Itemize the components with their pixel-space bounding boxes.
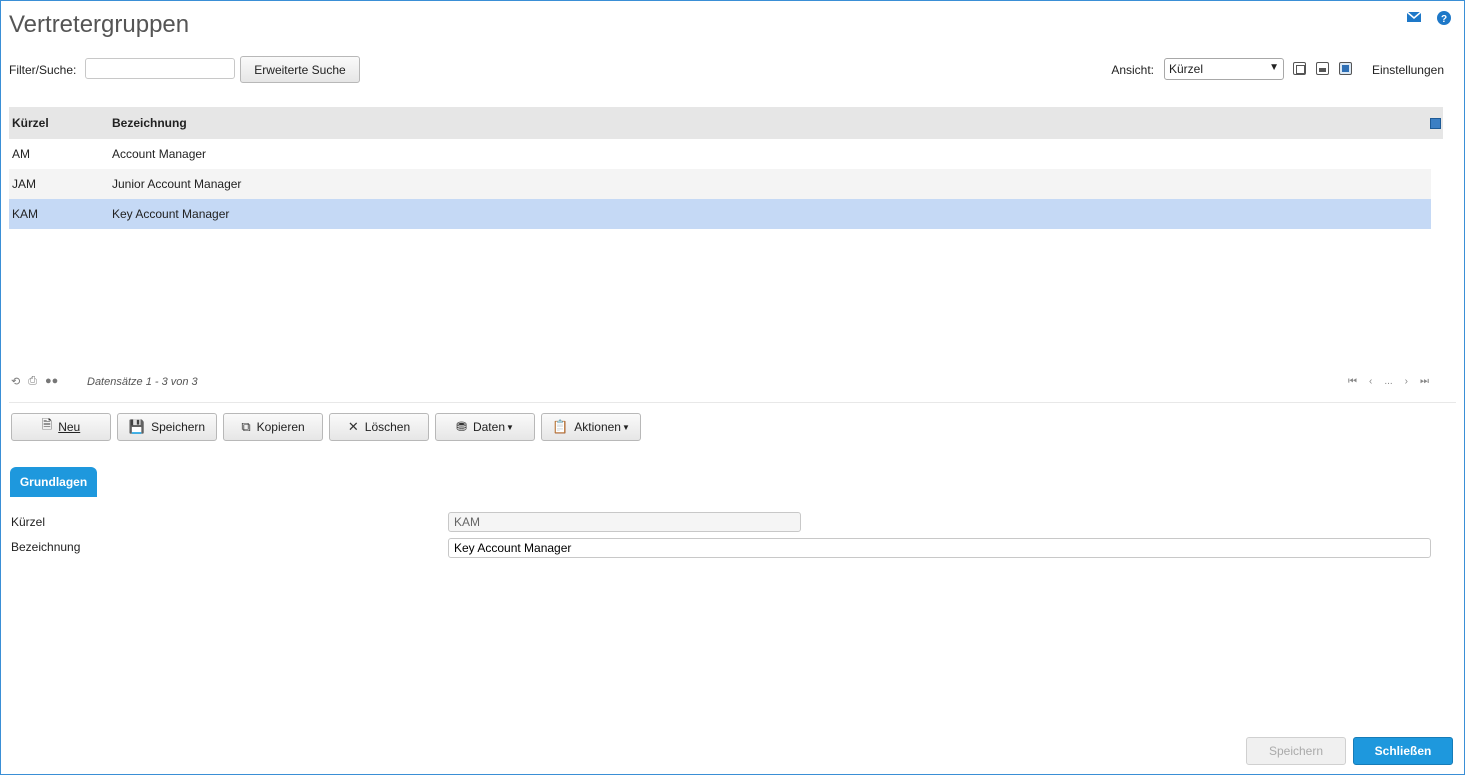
layout-single-icon[interactable] bbox=[1293, 62, 1306, 75]
filter-label: Filter/Suche: bbox=[9, 63, 77, 77]
name-label: Bezeichnung bbox=[11, 540, 81, 554]
actions-button-label: Aktionen bbox=[574, 420, 621, 434]
cell-name: Key Account Manager bbox=[112, 207, 230, 221]
view-label: Ansicht: bbox=[1111, 63, 1154, 77]
clipboard-icon: 📋 bbox=[552, 419, 569, 434]
divider bbox=[9, 402, 1456, 403]
table-row-selected[interactable]: KAM Key Account Manager bbox=[9, 199, 1431, 229]
save-button-label: Speichern bbox=[151, 420, 206, 434]
layout-split-icon[interactable] bbox=[1316, 62, 1329, 75]
caret-down-icon: ▼ bbox=[621, 422, 630, 432]
view-controls: Ansicht: Kürzel ▼ Einstellungen bbox=[844, 56, 1444, 84]
cell-code: JAM bbox=[12, 177, 36, 191]
prev-page-icon[interactable]: ‹ bbox=[1369, 376, 1372, 387]
delete-button-label: Löschen bbox=[364, 420, 411, 434]
column-header-name[interactable]: Bezeichnung bbox=[109, 116, 1443, 130]
mail-icon[interactable] bbox=[1406, 10, 1422, 26]
cell-code: KAM bbox=[12, 207, 39, 221]
delete-button[interactable]: ✕ Löschen bbox=[329, 413, 429, 441]
help-icon[interactable]: ? bbox=[1436, 10, 1452, 26]
action-toolbar: 🗎 Neu 💾 Speichern ⧉ Kopieren ✕ Löschen ⛃… bbox=[11, 413, 641, 441]
save-button[interactable]: 💾 Speichern bbox=[117, 413, 217, 441]
tab-grundlagen[interactable]: Grundlagen bbox=[10, 467, 97, 497]
view-select-value: Kürzel bbox=[1169, 62, 1204, 76]
data-menu-button[interactable]: ⛃ Daten ▼ bbox=[435, 413, 535, 441]
first-page-icon[interactable]: ⏮ bbox=[1348, 376, 1357, 387]
top-icons: ? bbox=[1406, 10, 1452, 26]
refresh-icon[interactable]: ⟲ bbox=[11, 375, 20, 388]
new-button[interactable]: 🗎 Neu bbox=[11, 413, 111, 441]
data-button-label: Daten bbox=[472, 420, 505, 434]
window-frame: Vertretergruppen ? Filter/Suche: Erweite… bbox=[0, 0, 1465, 775]
filter-input[interactable] bbox=[85, 58, 235, 79]
document-icon: 🗎 bbox=[41, 417, 53, 432]
table-row[interactable]: AM Account Manager bbox=[9, 139, 1431, 169]
copy-button-label: Kopieren bbox=[256, 420, 305, 434]
filter-toolbar: Filter/Suche: Erweiterte Suche Ansicht: … bbox=[9, 56, 1444, 84]
copy-button[interactable]: ⧉ Kopieren bbox=[223, 413, 323, 441]
next-page-icon[interactable]: › bbox=[1405, 376, 1408, 387]
view-select[interactable]: Kürzel ▼ bbox=[1164, 58, 1284, 80]
table-row[interactable]: JAM Junior Account Manager bbox=[9, 169, 1431, 199]
pager: ⏮ ‹ ... › ⏭ bbox=[1348, 376, 1429, 387]
code-field[interactable] bbox=[448, 512, 801, 532]
chevron-down-icon: ▼ bbox=[1269, 62, 1279, 73]
settings-link[interactable]: Einstellungen bbox=[1372, 63, 1444, 77]
cell-name: Account Manager bbox=[112, 147, 207, 161]
actions-menu-button[interactable]: 📋 Aktionen ▼ bbox=[541, 413, 641, 441]
data-grid: Kürzel Bezeichnung AM Account Manager JA… bbox=[9, 107, 1443, 229]
code-label: Kürzel bbox=[11, 515, 46, 529]
new-button-label: Neu bbox=[58, 420, 81, 434]
close-icon: ✕ bbox=[347, 419, 359, 434]
caret-down-icon: ▼ bbox=[506, 422, 514, 432]
options-icon[interactable]: ●● bbox=[45, 375, 58, 388]
data-icon: ⛃ bbox=[456, 419, 467, 434]
floppy-icon: 💾 bbox=[128, 419, 146, 434]
cell-name: Junior Account Manager bbox=[112, 177, 242, 191]
column-header-code[interactable]: Kürzel bbox=[9, 116, 109, 130]
footer-save-button[interactable]: Speichern bbox=[1246, 737, 1346, 765]
last-page-icon[interactable]: ⏭ bbox=[1420, 376, 1429, 387]
grid-header: Kürzel Bezeichnung bbox=[9, 107, 1443, 139]
extended-search-button[interactable]: Erweiterte Suche bbox=[240, 56, 360, 83]
layout-full-icon[interactable] bbox=[1339, 62, 1352, 75]
close-button[interactable]: Schließen bbox=[1353, 737, 1453, 765]
name-field[interactable] bbox=[448, 538, 1431, 558]
page-title: Vertretergruppen bbox=[9, 11, 190, 38]
page-ellipsis: ... bbox=[1384, 376, 1393, 387]
record-count: Datensätze 1 - 3 von 3 bbox=[87, 376, 198, 388]
copy-icon: ⧉ bbox=[241, 419, 251, 434]
print-icon[interactable]: ⎙ bbox=[28, 375, 37, 388]
column-chooser-icon[interactable] bbox=[1430, 118, 1441, 129]
grid-footer: ⟲ ⎙ ●● Datensätze 1 - 3 von 3 ⏮ ‹ ... › … bbox=[9, 374, 1429, 390]
svg-text:?: ? bbox=[1441, 14, 1447, 25]
cell-code: AM bbox=[12, 147, 30, 161]
grid-footer-icons: ⟲ ⎙ ●● bbox=[11, 375, 58, 388]
